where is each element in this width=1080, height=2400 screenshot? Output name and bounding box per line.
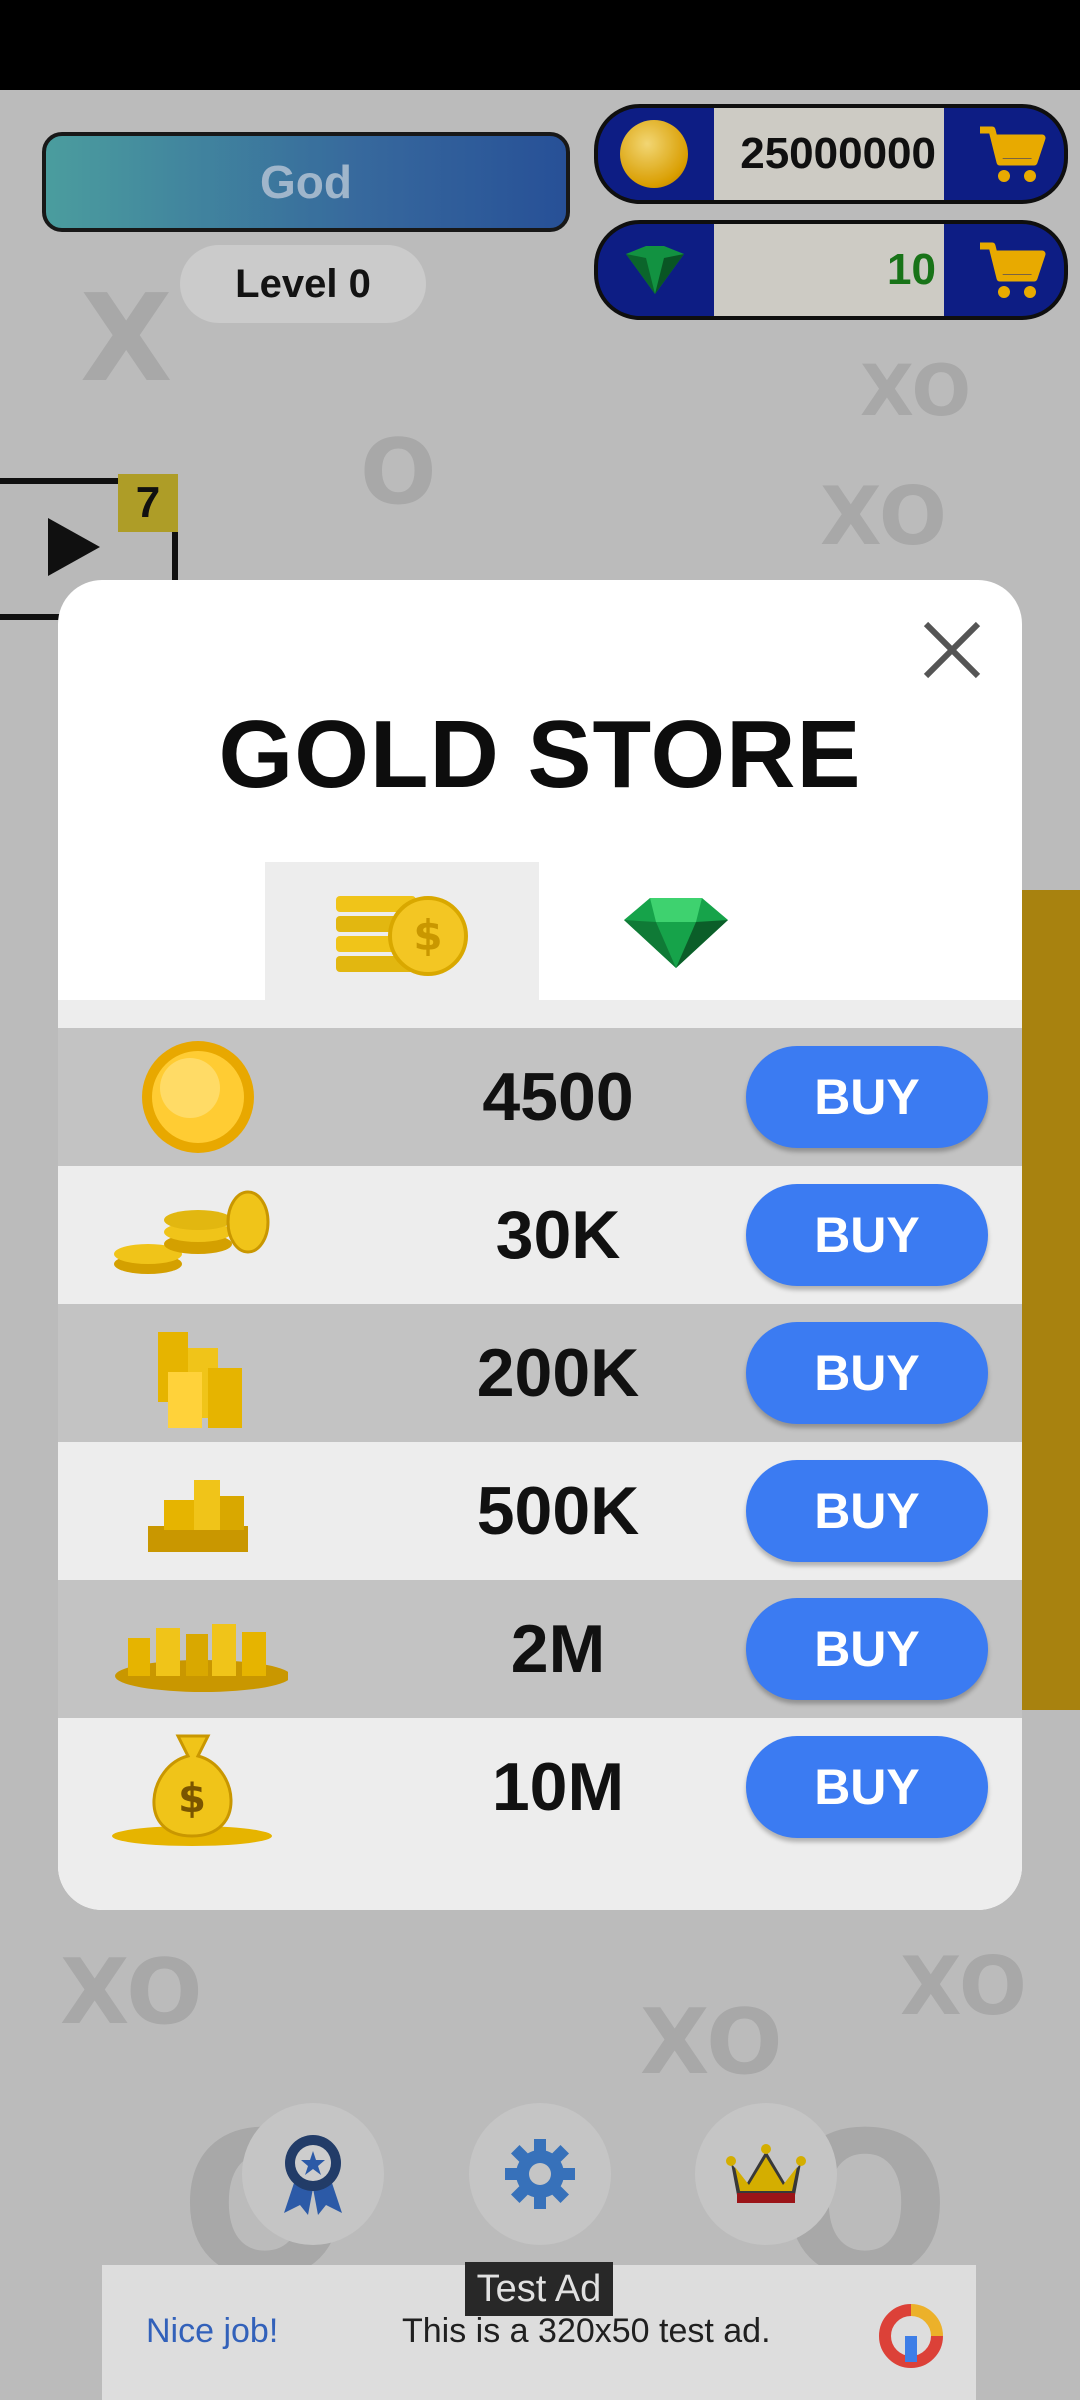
item-amount: 2M bbox=[510, 1611, 606, 1687]
emerald-icon bbox=[624, 898, 728, 968]
buy-button[interactable]: BUY bbox=[746, 1598, 988, 1700]
store-item-10m: $ 10M BUY bbox=[58, 1718, 1022, 1856]
tab-gems[interactable] bbox=[539, 862, 813, 1002]
buy-button[interactable]: BUY bbox=[746, 1184, 988, 1286]
item-amount: 30K bbox=[495, 1197, 621, 1273]
store-item-2m: 2M BUY bbox=[58, 1580, 1022, 1718]
buy-button[interactable]: BUY bbox=[746, 1046, 988, 1148]
coin-pile-small-icon bbox=[114, 1190, 270, 1274]
close-icon[interactable] bbox=[918, 616, 986, 684]
item-amount: 200K bbox=[476, 1335, 640, 1411]
item-amount: 4500 bbox=[482, 1059, 634, 1135]
buy-button[interactable]: BUY bbox=[746, 1736, 988, 1838]
store-item-200k: 200K BUY bbox=[58, 1304, 1022, 1442]
status-bar bbox=[0, 0, 1080, 90]
store-item-4500: 4500 BUY bbox=[58, 1028, 1022, 1166]
store-item-500k: 500K BUY bbox=[58, 1442, 1022, 1580]
svg-text:$: $ bbox=[413, 911, 442, 960]
money-bag-icon: $ bbox=[112, 1734, 272, 1846]
buy-button[interactable]: BUY bbox=[746, 1322, 988, 1424]
svg-text:$: $ bbox=[178, 1776, 206, 1822]
item-amount: 10M bbox=[491, 1749, 625, 1825]
store-title: GOLD STORE bbox=[218, 701, 862, 808]
coin-stacks-icon bbox=[158, 1332, 242, 1428]
tab-gold[interactable]: $ bbox=[265, 862, 539, 1002]
item-amount: 500K bbox=[476, 1473, 640, 1549]
single-coin-icon bbox=[142, 1041, 254, 1153]
gold-store-modal: GOLD STORE $ 4500 BUY 30K BUY 200K BUY 5… bbox=[58, 580, 1022, 1910]
gold-coins-icon: $ bbox=[336, 896, 468, 976]
store-item-list: 4500 BUY 30K BUY 200K BUY 500K BUY 2M BU… bbox=[58, 1000, 1022, 1910]
coin-heap-icon bbox=[115, 1624, 288, 1692]
store-item-30k: 30K BUY bbox=[58, 1166, 1022, 1304]
buy-button[interactable]: BUY bbox=[746, 1460, 988, 1562]
coin-stack-tower-icon bbox=[148, 1480, 248, 1552]
